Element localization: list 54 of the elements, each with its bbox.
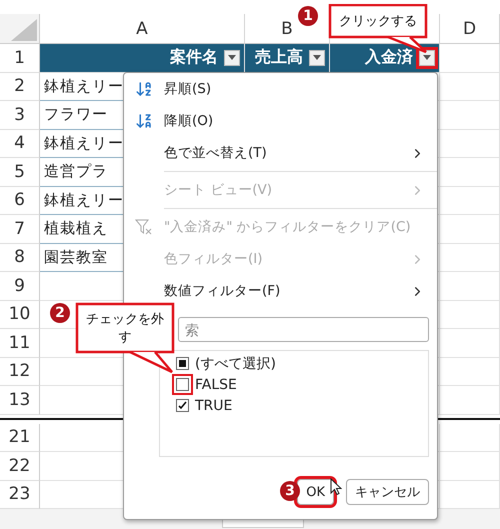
column-header[interactable]: A [136,18,148,38]
grid-cell [440,244,500,272]
dropdown-arrow-icon [228,55,236,60]
menu-item[interactable]: 降順(O) [124,105,437,137]
grid-cell [440,72,500,101]
grid-cell [440,300,500,329]
cell-text: 鉢植えリー [44,76,124,96]
cell-text: 造営プラ [44,162,108,182]
column-header[interactable]: D [462,18,476,38]
grid-cell [440,158,500,186]
grid-cell [440,272,500,300]
step-number: 1 [298,6,318,26]
dropdown-arrow-icon [423,55,431,60]
callout-text: クリックする [338,13,418,30]
grid-cell [440,424,500,452]
clear-filter-icon [135,218,153,236]
cell-text: 植栽植え [44,219,108,238]
menu-item[interactable]: 色で並べ替え(T) [124,137,437,169]
callout-text: チェックを外す [85,311,165,346]
column-title: 入金済 [365,47,413,68]
cell-text: 鉢植えリー [44,134,124,153]
filter-button[interactable] [224,50,240,66]
grid-cell [440,358,500,386]
value-label: FALSE [195,376,237,392]
grid-cell [440,186,500,215]
dropdown-arrow-icon [313,55,321,60]
grid-cell [440,130,500,158]
value-label: (すべて選択) [195,354,276,372]
filter-button[interactable] [309,50,325,66]
grid-cell [440,452,500,480]
checkbox[interactable] [176,357,189,370]
ok-button[interactable]: OK [297,479,334,505]
menu-item[interactable]: 昇順(S) [124,73,437,105]
grid-cell [440,101,500,130]
filter-button[interactable] [419,50,435,66]
cell-text: 園芸教室 [44,248,108,267]
menu-item[interactable]: 数値フィルター(F) [124,275,437,307]
cell-text: 鉢植えリー [44,190,124,210]
sort-ascending-icon [135,80,153,98]
checkbox[interactable] [176,378,189,391]
search-field[interactable]: 索 [178,317,429,342]
value-label: TRUE [195,398,232,414]
cancel-button[interactable]: キャンセル [346,479,429,505]
column-title: 売上高 [255,47,303,68]
cell-text: フラワー [44,105,108,124]
grid-cell [440,329,500,358]
grid-cell [440,386,500,414]
checkbox[interactable] [176,399,189,412]
cursor-icon [330,478,342,496]
sort-descending-icon [135,112,153,130]
grid-cell [440,215,500,244]
check-icon [178,401,187,410]
column-header[interactable]: B [281,18,293,38]
column-title: 案件名 [170,47,218,68]
